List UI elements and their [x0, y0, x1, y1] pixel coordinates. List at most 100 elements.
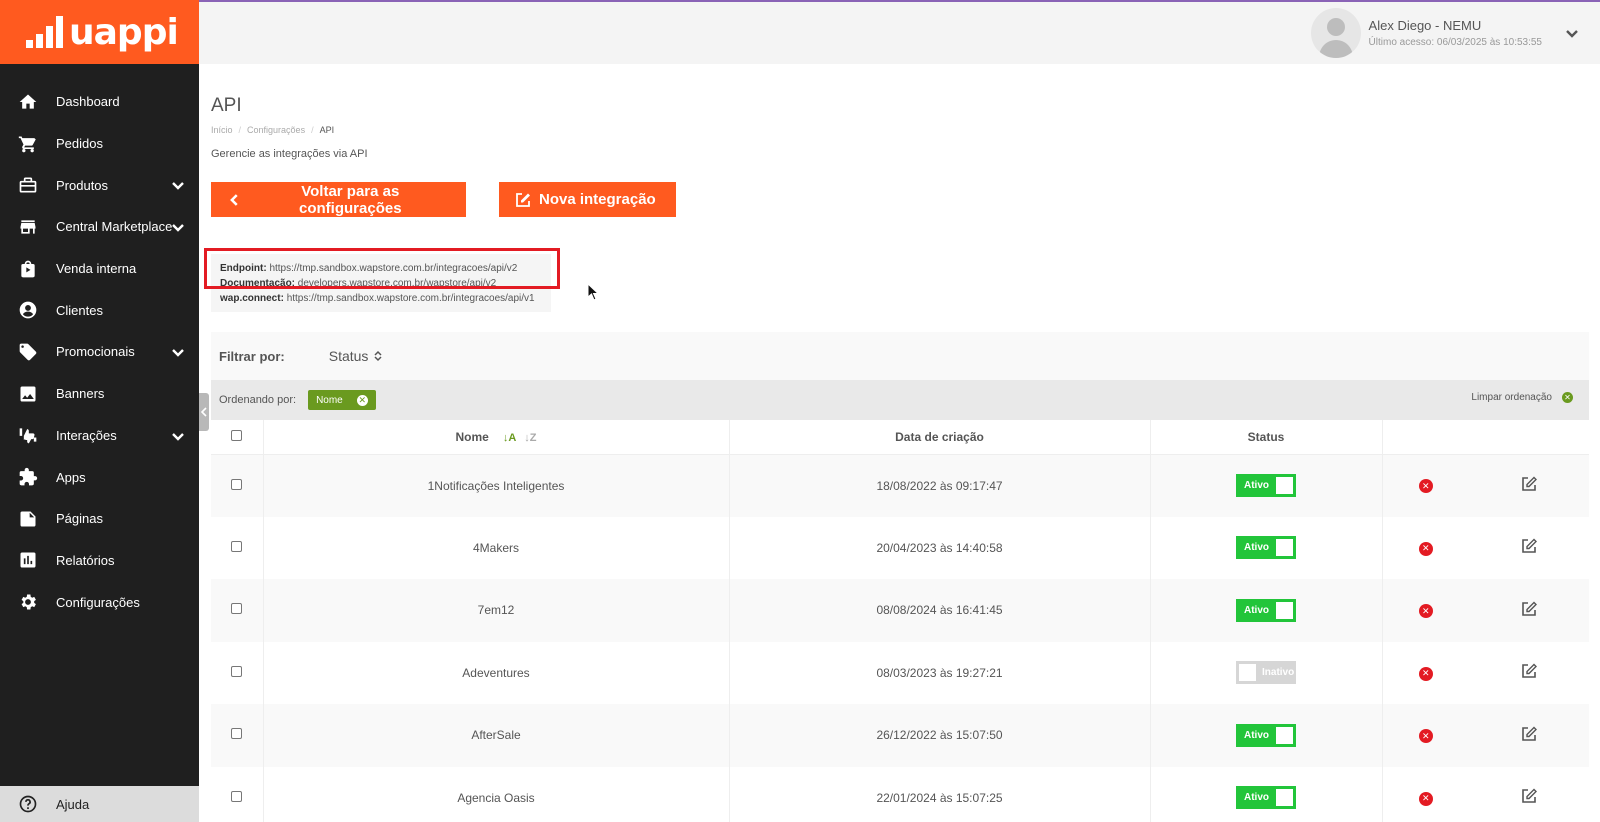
delete-icon[interactable]: ✕ [1418, 729, 1433, 743]
edit-cell [1469, 641, 1589, 704]
delete-cell: ✕ [1381, 766, 1469, 822]
delete-icon[interactable]: ✕ [1418, 479, 1433, 494]
sidebar-item-label: Produtos [56, 177, 109, 193]
sidebar-item-promocionais[interactable]: Promocionais [0, 331, 199, 373]
new-integration-button[interactable]: Nova integração [499, 182, 676, 217]
box-icon [19, 177, 37, 193]
sidebar-item-pedidos[interactable]: Pedidos [0, 123, 199, 165]
row-checkbox[interactable] [231, 603, 243, 615]
sort-chip-label: Nome [316, 394, 343, 406]
edit-icon[interactable] [1521, 601, 1537, 620]
status-toggle-label: Ativo [1244, 792, 1269, 804]
sidebar-collapse-toggle[interactable] [199, 393, 209, 431]
table-row: Adeventures 08/03/2023 às 19:27:21 Inativo… [211, 641, 1589, 704]
edit-icon[interactable] [1521, 726, 1537, 745]
sidebar-item-configuracoes[interactable]: Configurações [0, 581, 199, 623]
row-checkbox[interactable] [231, 728, 243, 740]
cart-icon [18, 136, 36, 152]
creation-date: 18/08/2022 às 09:17:47 [728, 454, 1150, 517]
chevron-down-icon [171, 429, 185, 443]
row-select-cell [211, 454, 263, 517]
row-checkbox[interactable] [231, 478, 243, 490]
status-filter[interactable]: Status [329, 348, 383, 364]
sidebar-item-banners[interactable]: Banners [0, 373, 199, 415]
clear-ordering-button[interactable]: Limpar ordenação ✕ [1471, 392, 1573, 403]
status-toggle[interactable]: Ativo [1236, 598, 1296, 622]
status-toggle-label: Inativo [1262, 667, 1295, 679]
wapconnect-value[interactable]: https://tmp.sandbox.wapstore.com.br/inte… [287, 293, 535, 304]
sidebar-item-label: Banners [56, 386, 105, 402]
delete-icon[interactable]: ✕ [1418, 604, 1433, 618]
home-icon [19, 94, 37, 109]
select-all-checkbox[interactable] [231, 429, 243, 441]
sort-toggle-icon [374, 350, 382, 362]
sidebar-item-central-marketplace[interactable]: Central Marketplace [0, 206, 199, 248]
sidebar-item-relatorios[interactable]: Relatórios [0, 540, 199, 582]
sidebar-item-label: Dashboard [56, 94, 120, 110]
clear-ordering-label: Limpar ordenação [1471, 392, 1552, 403]
chevron-left-icon [230, 193, 238, 206]
status-toggle[interactable]: Ativo [1236, 723, 1296, 747]
status-toggle-label: Ativo [1244, 480, 1269, 491]
sidebar-item-produtos[interactable]: Produtos [0, 164, 199, 206]
edit-icon[interactable] [1521, 788, 1537, 807]
breadcrumb-item-inicio[interactable]: Início [211, 125, 233, 135]
image-icon [20, 386, 36, 402]
sort-desc-icon[interactable]: ↓Z [524, 432, 536, 444]
status-toggle[interactable]: Inativo [1236, 661, 1296, 685]
header-nome[interactable]: Nome ↓A ↓Z [262, 420, 729, 455]
edit-icon[interactable] [1521, 476, 1537, 495]
status-toggle-label: Ativo [1244, 542, 1269, 554]
sidebar-item-label: Apps [56, 469, 86, 485]
breadcrumb-item-configuracoes[interactable]: Configurações [247, 125, 305, 135]
sidebar-item-paginas[interactable]: Páginas [0, 498, 199, 540]
back-to-settings-button[interactable]: Voltar para as configurações [211, 182, 466, 217]
sidebar-item-label: Pedidos [56, 136, 103, 152]
chart-icon [20, 552, 36, 568]
filter-label: Filtrar por: [219, 348, 285, 364]
delete-icon[interactable]: ✕ [1418, 666, 1433, 681]
sort-chip-nome[interactable]: Nome ✕ [308, 390, 376, 410]
bag-icon [21, 260, 35, 277]
page-title: API [211, 95, 242, 116]
creation-date: 20/04/2023 às 14:40:58 [728, 516, 1150, 579]
header-status: Status [1149, 420, 1382, 455]
edit-icon[interactable] [1521, 663, 1537, 682]
row-checkbox[interactable] [231, 790, 243, 802]
row-checkbox[interactable] [231, 540, 243, 552]
sidebar-item-label: Venda interna [56, 261, 137, 277]
delete-icon[interactable]: ✕ [1418, 541, 1433, 556]
table-row: 1Notificações Inteligentes 18/08/2022 às … [211, 454, 1589, 517]
sidebar-item-dashboard[interactable]: Dashboard [0, 81, 199, 123]
edit-icon[interactable] [1521, 538, 1537, 557]
row-checkbox[interactable] [231, 665, 243, 677]
sidebar-item-interacoes[interactable]: Interações [0, 415, 199, 457]
sidebar-nav: Dashboard Pedidos Produtos Central Marke… [0, 81, 199, 623]
status-toggle[interactable]: Ativo [1236, 786, 1296, 810]
sort-asc-icon[interactable]: ↓A [503, 432, 516, 444]
sidebar-item-label: Configurações [56, 594, 140, 610]
user-menu[interactable]: Alex Diego - NEMU Último acesso: 06/03/2… [1310, 8, 1580, 58]
toggle-knob [1276, 601, 1293, 619]
sidebar-item-clientes[interactable]: Clientes [0, 289, 199, 331]
delete-cell: ✕ [1381, 454, 1469, 517]
edit-cell [1469, 579, 1589, 642]
toggle-knob [1276, 539, 1293, 557]
header-actions-edit [1469, 420, 1589, 455]
chevron-down-icon[interactable] [1564, 25, 1580, 41]
help-button[interactable]: Ajuda [0, 786, 199, 822]
ordering-label: Ordenando por: [219, 394, 297, 406]
remove-chip-icon[interactable]: ✕ [356, 394, 368, 406]
brand-logo[interactable]: uappi [0, 0, 199, 64]
status-toggle[interactable]: Ativo [1236, 536, 1296, 560]
status-cell: Ativo [1149, 516, 1382, 579]
wapconnect-label: wap.connect: [220, 293, 284, 304]
sidebar-item-venda-interna[interactable]: Venda interna [0, 248, 199, 290]
creation-date: 22/01/2024 às 15:07:25 [728, 766, 1150, 822]
status-toggle[interactable]: Ativo [1236, 474, 1296, 497]
status-toggle-label: Ativo [1244, 604, 1269, 616]
delete-cell: ✕ [1381, 641, 1469, 704]
sidebar-item-apps[interactable]: Apps [0, 456, 199, 498]
header-nome-label: Nome [455, 429, 489, 444]
delete-icon[interactable]: ✕ [1418, 791, 1433, 806]
